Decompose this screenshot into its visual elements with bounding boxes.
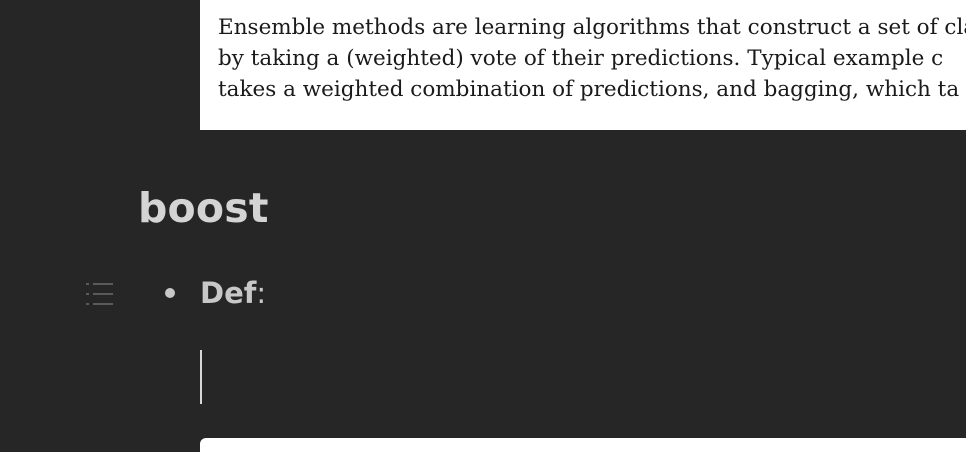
list-outline-icon[interactable]	[86, 282, 116, 306]
excerpt-text: Ensemble methods are learning algorithms…	[218, 12, 966, 105]
embedded-image-excerpt[interactable]: Ensemble methods are learning algorithms…	[200, 0, 966, 130]
excerpt-line: takes a weighted combination of predicti…	[218, 77, 960, 102]
editor-page: Ensemble methods are learning algorithms…	[0, 0, 966, 452]
bullet-suffix: :	[256, 276, 267, 310]
list-item[interactable]: Def:	[160, 270, 266, 316]
section-heading[interactable]: boost	[138, 181, 269, 235]
text-cursor	[200, 350, 202, 404]
excerpt-line: by taking a (weighted) vote of their pre…	[218, 46, 944, 71]
embedded-image-next[interactable]	[200, 438, 966, 452]
bullet-dot-icon	[165, 288, 175, 298]
list-item-text[interactable]: Def:	[200, 276, 266, 310]
excerpt-line: Ensemble methods are learning algorithms…	[218, 15, 966, 40]
bullet-label: Def	[200, 276, 257, 310]
